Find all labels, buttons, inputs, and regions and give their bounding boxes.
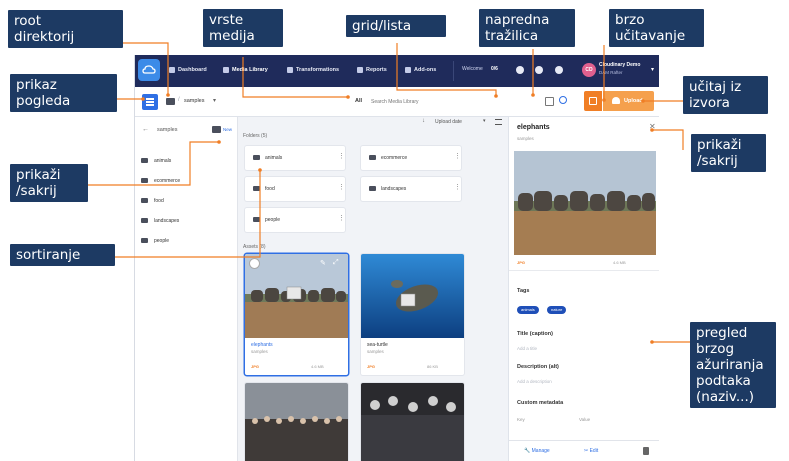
callout-quick-upload: brzo učitavanje — [609, 9, 704, 47]
leader-sort — [115, 170, 261, 258]
callout-root-directory: root direktorij — [8, 10, 123, 48]
callout-view-mode: prikaz pogleda — [10, 74, 117, 112]
callout-sorting: sortiranje — [10, 244, 115, 266]
leader-toggle-left — [88, 141, 219, 186]
leader-root — [123, 42, 169, 95]
leader-toggle-right — [652, 129, 684, 150]
leader-grid — [396, 43, 497, 96]
leader-media — [242, 57, 348, 98]
callout-show-hide-right: prikaži /sakrij — [691, 134, 766, 172]
callout-advanced-search: napredna tražilica — [479, 9, 575, 47]
callout-media-types: vrste medija — [203, 9, 283, 47]
callout-upload-from-source: učitaj iz izvora — [683, 76, 768, 114]
callout-show-hide-left: prikaži /sakrij — [10, 164, 88, 202]
leader-lines — [88, 42, 690, 344]
annotated-screenshot: Dashboard Media Library Transformations … — [0, 0, 789, 461]
callout-metadata: pregled brzog ažuriranja podtaka (naziv.… — [690, 322, 776, 408]
callout-grid-list: grid/lista — [346, 15, 446, 37]
